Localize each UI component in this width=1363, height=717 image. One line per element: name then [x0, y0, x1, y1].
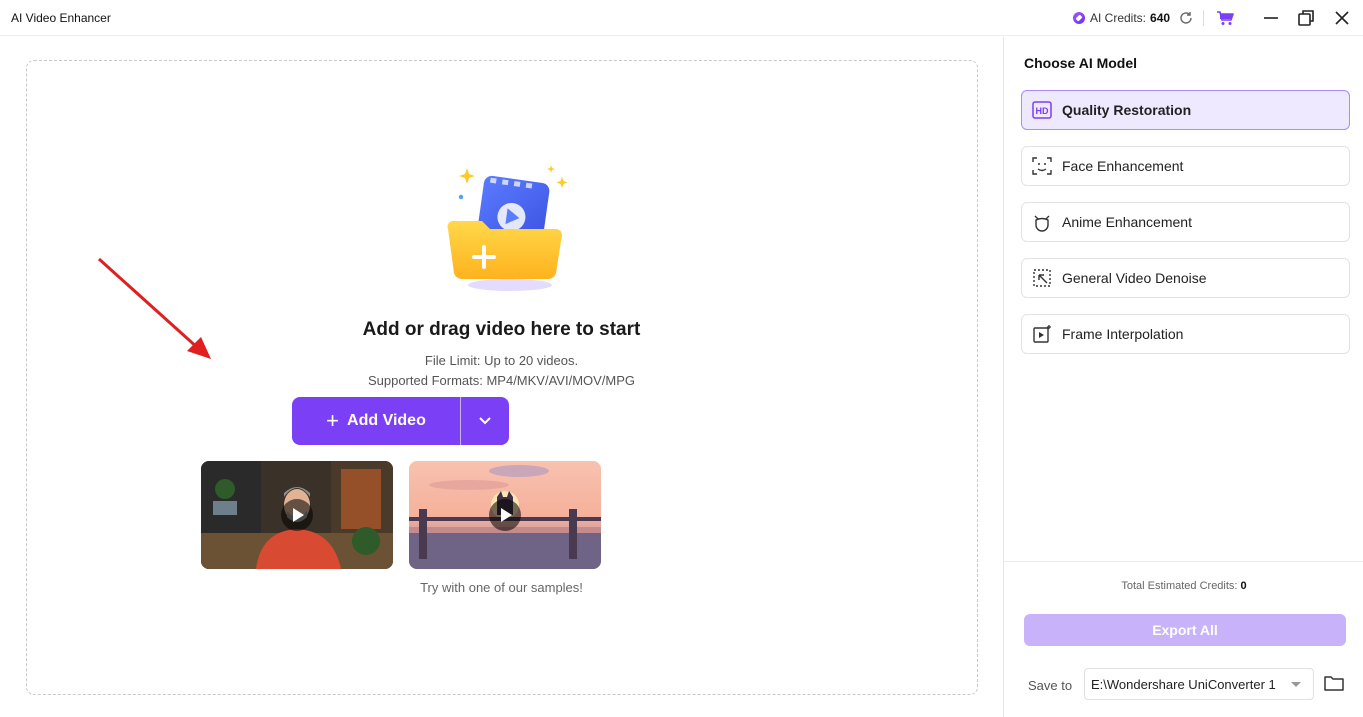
denoise-icon [1032, 268, 1052, 288]
svg-text:HD: HD [1036, 106, 1049, 116]
play-icon [281, 499, 313, 531]
play-icon [489, 499, 521, 531]
chevron-down-icon [479, 417, 491, 425]
estimated-credits-value: 0 [1240, 580, 1247, 592]
frame-interpolation-icon [1032, 324, 1052, 344]
model-general-video-denoise[interactable]: General Video Denoise [1021, 258, 1350, 298]
model-quality-restoration[interactable]: HD Quality Restoration [1021, 90, 1350, 130]
model-frame-interpolation[interactable]: Frame Interpolation [1021, 314, 1350, 354]
cart-icon[interactable] [1216, 10, 1234, 26]
add-video-button-group: + Add Video [292, 397, 509, 445]
credits-value: 640 [1150, 11, 1171, 25]
file-limit-text: File Limit: Up to 20 videos. [424, 353, 579, 368]
refresh-icon[interactable] [1178, 10, 1194, 26]
supported-formats-text: Supported Formats: MP4/MKV/AVI/MOV/MPG [367, 373, 636, 388]
estimated-credits: Total Estimated Credits: 0 [1004, 580, 1363, 592]
add-video-button[interactable]: + Add Video [292, 397, 460, 445]
red-arrow-annotation [97, 257, 211, 359]
choose-model-title: Choose AI Model [1024, 55, 1138, 71]
title-bar: AI Video Enhancer AI Credits: 640 [0, 0, 1363, 36]
save-path-value: E:\Wondershare UniConverter 1 [1091, 676, 1276, 692]
model-label: Face Enhancement [1062, 158, 1184, 174]
anime-head-icon [1032, 212, 1052, 232]
dropzone-headline: Add or drag video here to start [362, 319, 641, 340]
add-video-folder-illustration [447, 165, 568, 291]
open-folder-icon[interactable] [1324, 674, 1344, 692]
save-path-select[interactable]: E:\Wondershare UniConverter 1 [1084, 668, 1314, 700]
dropdown-caret-icon [1291, 682, 1301, 687]
export-all-button[interactable]: Export All [1024, 614, 1346, 646]
credits-label: AI Credits: [1090, 11, 1147, 25]
add-video-dropdown-button[interactable] [461, 397, 509, 445]
model-label: General Video Denoise [1062, 270, 1207, 286]
export-panel: Total Estimated Credits: 0 Export All Sa… [1004, 561, 1363, 717]
model-label: Frame Interpolation [1062, 326, 1184, 342]
sample-video-presenter[interactable] [201, 461, 393, 569]
app-title: AI Video Enhancer [11, 11, 111, 25]
plus-icon: + [326, 408, 340, 433]
ai-credits: AI Credits: 640 [1073, 11, 1170, 25]
restore-button[interactable] [1296, 8, 1316, 28]
titlebar-divider [1203, 10, 1204, 26]
face-scan-icon [1032, 156, 1052, 176]
save-to-label: Save to [1028, 678, 1073, 693]
credits-icon [1073, 12, 1085, 24]
samples-caption: Try with one of our samples! [420, 580, 583, 595]
model-anime-enhancement[interactable]: Anime Enhancement [1021, 202, 1350, 242]
sample-video-anime[interactable] [409, 461, 601, 569]
estimated-credits-label: Total Estimated Credits: [1121, 580, 1238, 592]
model-face-enhancement[interactable]: Face Enhancement [1021, 146, 1350, 186]
ai-model-sidebar: Choose AI Model HD Quality Restoration F… [1003, 37, 1363, 717]
model-label: Anime Enhancement [1062, 214, 1192, 230]
minimize-button[interactable] [1261, 8, 1281, 28]
close-button[interactable] [1332, 8, 1352, 28]
model-label: Quality Restoration [1062, 102, 1192, 118]
add-video-label: Add Video [347, 412, 426, 429]
main-area: Add or drag video here to start File Lim… [0, 37, 1003, 717]
hd-icon: HD [1032, 100, 1052, 120]
